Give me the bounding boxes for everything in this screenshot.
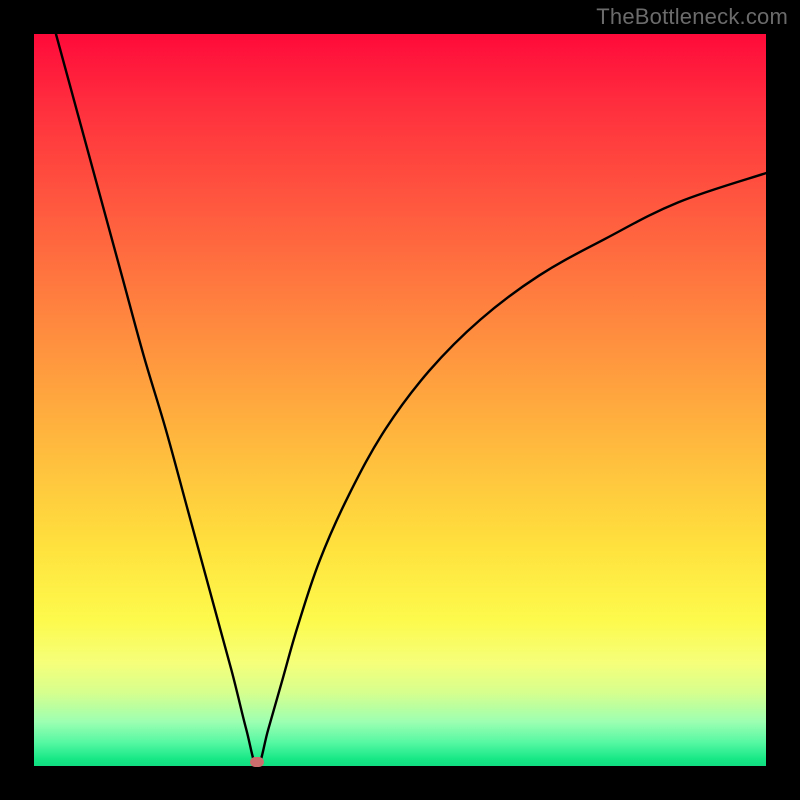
chart-frame: TheBottleneck.com	[0, 0, 800, 800]
optimal-point-marker	[250, 757, 264, 767]
bottleneck-curve	[34, 34, 766, 766]
chart-plot-area	[34, 34, 766, 766]
watermark-text: TheBottleneck.com	[596, 4, 788, 30]
